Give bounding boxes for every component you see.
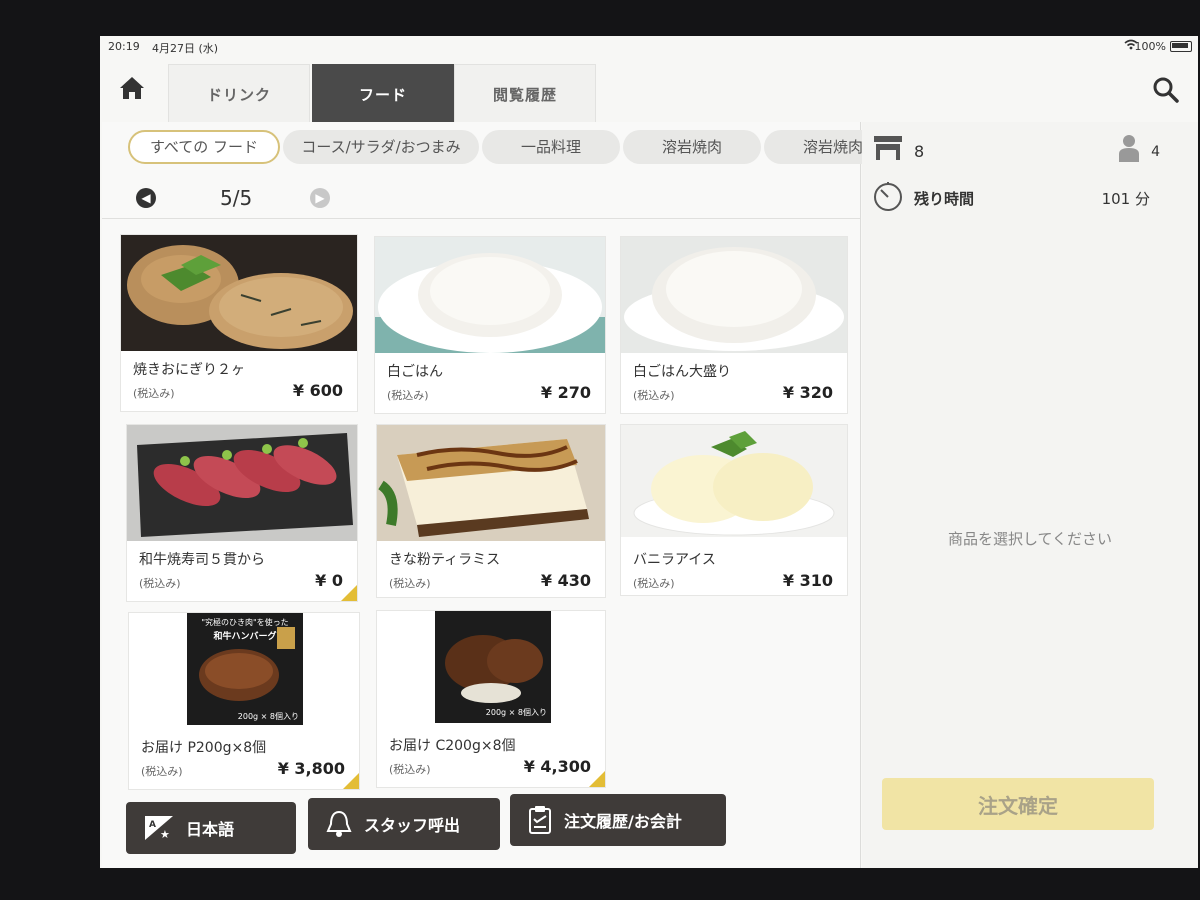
category-ippin[interactable]: 一品料理	[482, 130, 620, 164]
status-time: 20:19	[108, 40, 140, 53]
tab-drink[interactable]: ドリンク	[168, 64, 310, 123]
person-icon	[1118, 134, 1140, 166]
order-side-panel: 8 4 残り時間 101 分 商品を選択してください 注文確定	[862, 122, 1198, 868]
food-photo-vanilla-ice	[621, 425, 847, 537]
food-photo-wagyu-sushi	[127, 425, 357, 541]
staff-call-button[interactable]: スタッフ呼出	[308, 798, 500, 850]
food-photo-white-rice-large	[621, 237, 847, 353]
language-icon: A ★	[144, 815, 174, 841]
package-spec: 200g × 8個入り	[485, 708, 547, 717]
gold-corner-mark	[343, 773, 359, 789]
clipboard-icon	[528, 805, 552, 835]
product-card[interactable]: "究極のひき肉"を使った 和牛ハンバーグ 200g × 8個入り お届け P20…	[128, 612, 360, 790]
tax-label: (税込み)	[141, 765, 183, 778]
product-card[interactable]: バニラアイス (税込み) ¥ 310	[620, 424, 848, 596]
svg-text:A: A	[149, 820, 156, 830]
battery-icon	[1170, 41, 1192, 52]
bell-icon	[326, 810, 352, 838]
order-history-label: 注文履歴/お会計	[564, 812, 682, 831]
product-name: お届け C200g×8個	[389, 738, 516, 754]
category-bar: すべての フード コース/サラダ/おつまみ 一品料理 溶岩焼肉 溶岩焼肉	[128, 130, 868, 166]
top-navigation: ドリンク フード 閲覧履歴	[100, 58, 1198, 123]
product-price: ¥ 430	[540, 571, 591, 590]
svg-text:★: ★	[160, 828, 170, 841]
product-name: 白ごはん	[387, 364, 443, 380]
empty-cart-message: 商品を選択してください	[947, 530, 1113, 548]
remaining-time-value: 101 分	[1101, 190, 1150, 208]
product-card[interactable]: きな粉ティラミス (税込み) ¥ 430	[376, 424, 606, 598]
tablet-screen: 20:19 4月27日 (水) 100% ドリンク フード 閲覧履歴 すべての …	[100, 36, 1198, 868]
order-history-button[interactable]: 注文履歴/お会計	[510, 794, 726, 846]
food-photo-white-rice	[375, 237, 605, 353]
package-subtitle: 和牛ハンバーグ	[213, 632, 277, 642]
status-date: 4月27日 (水)	[152, 42, 219, 55]
product-price: ¥ 0	[315, 571, 343, 590]
product-price: ¥ 600	[292, 381, 343, 400]
timer-icon	[872, 180, 904, 216]
table-number: 8	[914, 142, 925, 161]
home-button[interactable]	[116, 72, 148, 104]
tax-label: (税込み)	[387, 389, 429, 402]
product-price: ¥ 4,300	[523, 757, 591, 776]
product-name: 焼きおにぎり２ヶ	[133, 362, 245, 378]
category-all-food[interactable]: すべての フード	[128, 130, 280, 164]
home-icon	[120, 77, 144, 99]
product-name: 和牛焼寿司５貫から	[139, 552, 265, 568]
product-card[interactable]: 白ごはん大盛り (税込み) ¥ 320	[620, 236, 848, 414]
product-card[interactable]: 和牛焼寿司５貫から (税込み) ¥ 0	[126, 424, 358, 602]
product-name: きな粉ティラミス	[389, 552, 501, 568]
product-panel: すべての フード コース/サラダ/おつまみ 一品料理 溶岩焼肉 溶岩焼肉 ◀ 5/5 ▶	[102, 122, 868, 868]
tax-label: (税込み)	[133, 387, 175, 400]
tax-label: (税込み)	[389, 763, 431, 776]
confirm-order-button[interactable]: 注文確定	[882, 778, 1154, 830]
language-button[interactable]: A ★ 日本語	[126, 802, 296, 854]
tab-food[interactable]: フード	[312, 64, 454, 123]
product-price: ¥ 320	[782, 383, 833, 402]
food-photo-kinako-tiramisu	[377, 425, 605, 541]
tax-label: (税込み)	[633, 389, 675, 402]
divider	[102, 218, 860, 219]
prev-page-button[interactable]: ◀	[136, 188, 156, 208]
tax-label: (税込み)	[139, 577, 181, 590]
arrow-left-icon: ◀	[141, 191, 151, 205]
page-indicator: 5/5	[220, 186, 253, 210]
product-price: ¥ 270	[540, 383, 591, 402]
category-yakiniku[interactable]: 溶岩焼肉	[623, 130, 761, 164]
guest-count: 4	[1151, 144, 1160, 160]
package-title: "究極のひき肉"を使った	[201, 618, 289, 627]
gold-corner-mark	[589, 771, 605, 787]
product-card[interactable]: 200g × 8個入り お届け C200g×8個 (税込み) ¥ 4,300	[376, 610, 606, 788]
product-name: 白ごはん大盛り	[633, 364, 731, 380]
search-button[interactable]	[1152, 76, 1182, 106]
product-name: バニラアイス	[633, 552, 716, 568]
pager: ◀ 5/5 ▶	[132, 178, 372, 214]
next-page-button[interactable]: ▶	[310, 188, 330, 208]
product-price: ¥ 310	[782, 571, 833, 590]
language-label: 日本語	[186, 820, 235, 839]
product-card[interactable]: 焼きおにぎり２ヶ (税込み) ¥ 600	[120, 234, 358, 412]
product-name: お届け P200g×8個	[141, 740, 267, 756]
category-yakiniku-2[interactable]: 溶岩焼肉	[764, 130, 868, 164]
staff-call-label: スタッフ呼出	[364, 816, 461, 835]
remaining-time-label: 残り時間	[914, 190, 975, 208]
food-photo-yaki-onigiri	[121, 235, 357, 351]
status-bar: 20:19 4月27日 (水) 100%	[100, 36, 1198, 58]
product-card[interactable]: 白ごはん (税込み) ¥ 270	[374, 236, 606, 414]
product-price: ¥ 3,800	[277, 759, 345, 778]
table-icon	[872, 132, 904, 166]
search-icon	[1153, 77, 1179, 103]
tab-history[interactable]: 閲覧履歴	[454, 64, 596, 123]
tax-label: (税込み)	[633, 577, 675, 590]
gold-corner-mark	[341, 585, 357, 601]
category-course-salad[interactable]: コース/サラダ/おつまみ	[283, 130, 479, 164]
tax-label: (税込み)	[389, 577, 431, 590]
arrow-right-icon: ▶	[315, 191, 325, 205]
battery-percent: 100%	[1134, 40, 1166, 53]
package-spec: 200g × 8個入り	[237, 712, 299, 721]
